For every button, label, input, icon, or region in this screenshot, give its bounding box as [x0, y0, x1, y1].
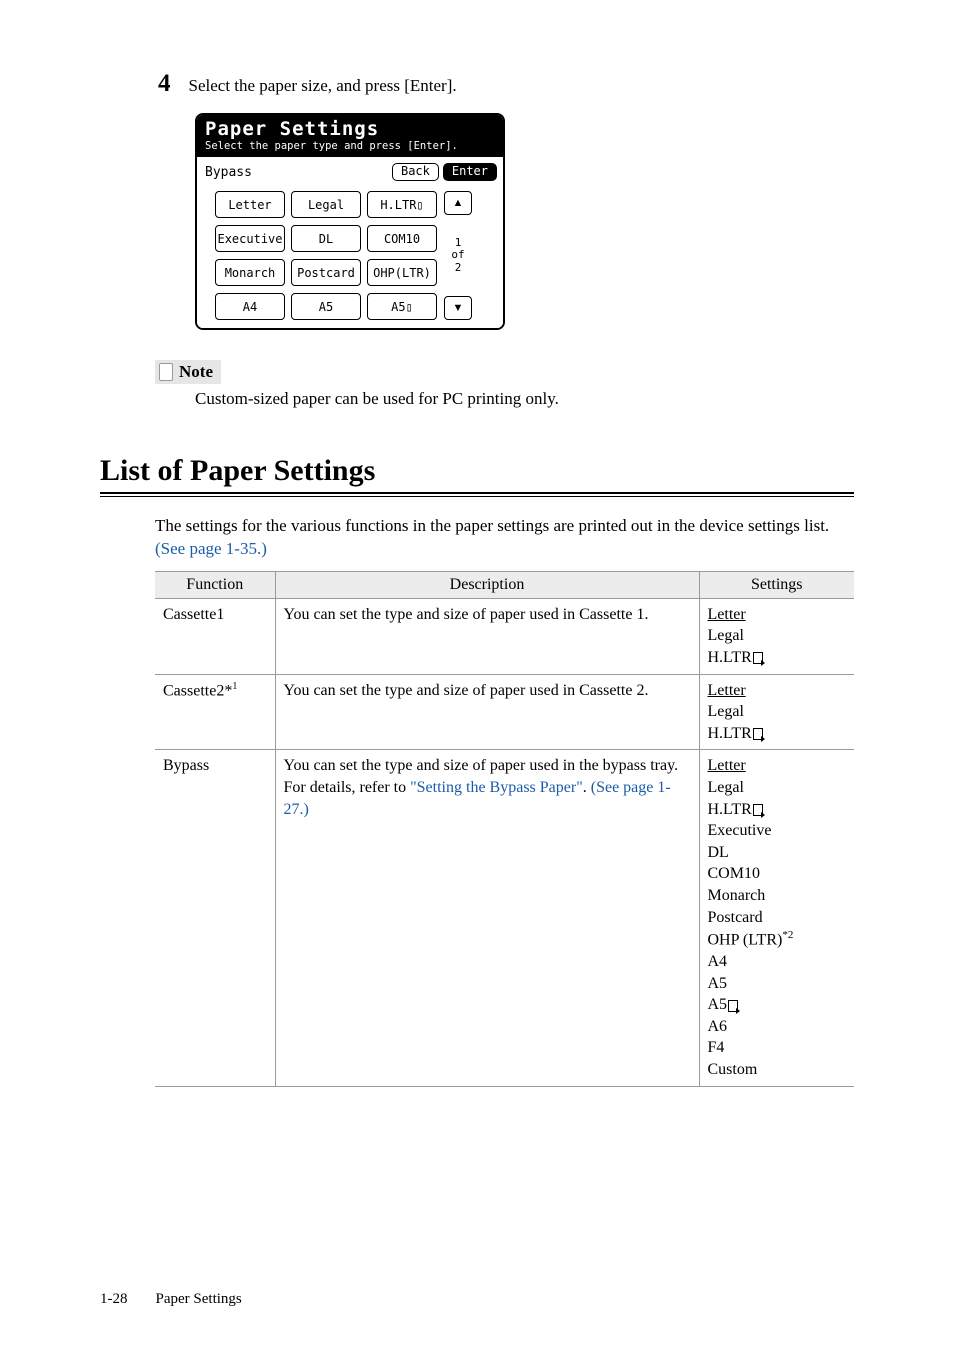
size-option[interactable]: A5▯: [367, 293, 437, 320]
size-option[interactable]: A5: [291, 293, 361, 320]
orientation-icon: [753, 652, 763, 664]
back-button[interactable]: Back: [392, 163, 439, 181]
table-row: Cassette1 You can set the type and size …: [155, 598, 854, 674]
device-screen: Paper Settings Select the paper type and…: [195, 113, 505, 330]
size-option[interactable]: COM10: [367, 225, 437, 252]
note-header: Note: [155, 360, 221, 384]
step-text: Select the paper size, and press [Enter]…: [189, 76, 457, 96]
size-option[interactable]: Executive: [215, 225, 285, 252]
size-option[interactable]: Letter: [215, 191, 285, 218]
size-option[interactable]: DL: [291, 225, 361, 252]
footer: 1-28 Paper Settings: [100, 1291, 242, 1308]
size-option[interactable]: H.LTR▯: [367, 191, 437, 218]
cell-function: Bypass: [155, 750, 275, 1086]
size-option[interactable]: Legal: [291, 191, 361, 218]
note-icon: [159, 363, 173, 381]
cell-description: You can set the type and size of paper u…: [275, 750, 699, 1086]
footer-section: Paper Settings: [156, 1291, 242, 1308]
screen-subtitle: Select the paper type and press [Enter].: [205, 140, 495, 152]
step-number: 4: [158, 70, 171, 98]
section-heading: List of Paper Settings: [100, 454, 854, 488]
enter-button[interactable]: Enter: [443, 163, 497, 181]
th-description: Description: [275, 571, 699, 598]
th-settings: Settings: [699, 571, 854, 598]
cell-function: Cassette2*1: [155, 674, 275, 750]
size-option[interactable]: Postcard: [291, 259, 361, 286]
cell-function: Cassette1: [155, 598, 275, 674]
paper-settings-table: Function Description Settings Cassette1 …: [155, 571, 854, 1087]
note-label: Note: [179, 362, 213, 382]
scroll-up-button[interactable]: ▲: [444, 191, 472, 215]
size-option[interactable]: Monarch: [215, 259, 285, 286]
cell-description: You can set the type and size of paper u…: [275, 674, 699, 750]
screen-title: Paper Settings: [205, 118, 495, 140]
setting-bypass-link[interactable]: "Setting the Bypass Paper": [410, 779, 583, 796]
table-row: Cassette2*1 You can set the type and siz…: [155, 674, 854, 750]
scroll-down-button[interactable]: ▼: [444, 296, 472, 320]
see-page-link[interactable]: (See page 1-35.): [155, 539, 267, 558]
orientation-icon: [753, 804, 763, 816]
size-option[interactable]: OHP(LTR): [367, 259, 437, 286]
cell-settings: Letter Legal H.LTR Executive DL COM10 Mo…: [699, 750, 854, 1086]
size-option[interactable]: A4: [215, 293, 285, 320]
cell-description: You can set the type and size of paper u…: [275, 598, 699, 674]
cell-settings: Letter Legal H.LTR: [699, 598, 854, 674]
table-row: Bypass You can set the type and size of …: [155, 750, 854, 1086]
orientation-icon: [753, 728, 763, 740]
footer-page: 1-28: [100, 1291, 128, 1308]
section-intro: The settings for the various functions i…: [155, 515, 854, 561]
screen-source-label: Bypass: [203, 165, 252, 180]
section-rule: [100, 492, 854, 497]
th-function: Function: [155, 571, 275, 598]
note-text: Custom-sized paper can be used for PC pr…: [195, 389, 854, 409]
page-indicator: 1 of 2: [451, 237, 464, 273]
orientation-icon: [728, 1000, 738, 1012]
cell-settings: Letter Legal H.LTR: [699, 674, 854, 750]
